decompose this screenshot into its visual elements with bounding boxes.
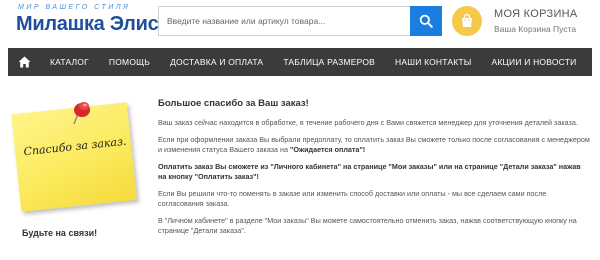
prepayment-text: Если при оформлении заказа Вы выбрали пр… [158, 135, 590, 154]
nav-home-button[interactable] [8, 48, 40, 76]
home-icon [18, 56, 30, 68]
thank-you-note: Спасибо за заказ. [6, 96, 150, 226]
stay-in-touch-text: Будьте на связи! [22, 228, 98, 238]
paragraph-cancel: В "Личном кабинете" в разделе "Мои заказ… [158, 216, 577, 235]
nav-item-contacts[interactable]: НАШИ КОНТАКТЫ [385, 48, 482, 76]
cart-status: Ваша Корзина Пуста [494, 24, 577, 34]
confirmation-title: Большое спасибо за Ваш заказ! [158, 98, 309, 109]
cart-title: МОЯ КОРЗИНА [494, 8, 578, 20]
nav-item-delivery[interactable]: ДОСТАВКА И ОПЛАТА [160, 48, 273, 76]
payment-status-text: "Ожидается оплата"! [290, 145, 366, 154]
logo-title: Милашка Элис [16, 13, 159, 35]
search-button[interactable] [410, 6, 442, 36]
search-icon [419, 14, 433, 28]
pushpin-icon [73, 102, 90, 125]
logo-tagline: МИР ВАШЕГО СТИЛЯ [18, 4, 131, 11]
site-header: МИР ВАШЕГО СТИЛЯ Милашка Элис МОЯ КОРЗИН… [0, 0, 600, 48]
paragraph-changes: Если Вы решили что-то поменять в заказе … [158, 189, 547, 208]
order-confirmation: Большое спасибо за Ваш заказ! Ваш заказ … [158, 98, 590, 243]
main-nav: КАТАЛОГ ПОМОЩЬ ДОСТАВКА И ОПЛАТА ТАБЛИЦА… [8, 48, 592, 76]
nav-item-promotions[interactable]: АКЦИИ И НОВОСТИ [482, 48, 587, 76]
paragraph-prepayment: Если при оформлении заказа Вы выбрали пр… [158, 135, 590, 155]
paragraph-pay-instructions: Оплатить заказ Вы сможете из "Личного ка… [158, 162, 581, 181]
nav-item-help[interactable]: ПОМОЩЬ [99, 48, 160, 76]
paragraph-processing: Ваш заказ сейчас находится в обработке, … [158, 118, 578, 127]
cart-bag-icon [452, 6, 482, 36]
cart-widget[interactable]: МОЯ КОРЗИНА Ваша Корзина Пуста [452, 6, 592, 40]
search-input[interactable] [158, 6, 442, 36]
nav-item-sizes[interactable]: ТАБЛИЦА РАЗМЕРОВ [273, 48, 385, 76]
nav-item-catalog[interactable]: КАТАЛОГ [40, 48, 99, 76]
site-logo[interactable]: МИР ВАШЕГО СТИЛЯ Милашка Элис [8, 4, 168, 40]
